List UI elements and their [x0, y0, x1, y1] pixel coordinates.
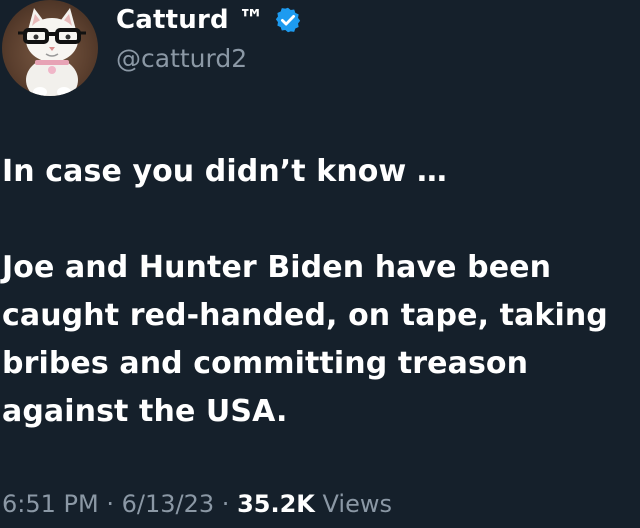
- author-handle[interactable]: @catturd2: [116, 44, 247, 73]
- views-label: Views: [322, 490, 392, 518]
- tweet-line: caught red-handed, on tape, taking: [2, 298, 608, 333]
- meta-separator: ·: [221, 490, 230, 518]
- avatar[interactable]: [2, 0, 98, 96]
- author-name-row: Catturd ™: [116, 2, 302, 38]
- tweet-line: bribes and committing treason: [2, 346, 529, 381]
- tweet-line: Joe and Hunter Biden have been: [2, 250, 552, 285]
- verified-badge-icon: [274, 6, 302, 34]
- tweet-line: In case you didn’t know …: [2, 154, 447, 189]
- tweet-date[interactable]: 6/13/23: [122, 490, 215, 518]
- tweet-line: [2, 196, 638, 244]
- display-name[interactable]: Catturd ™: [116, 5, 264, 35]
- tweet-text: In case you didn’t know … Joe and Hunter…: [2, 148, 638, 436]
- tweet-line: against the USA.: [2, 394, 288, 429]
- views-count[interactable]: 35.2K: [237, 490, 315, 518]
- tweet-time[interactable]: 6:51 PM: [2, 490, 99, 518]
- tweet-meta: 6:51 PM · 6/13/23 · 35.2K Views: [2, 490, 392, 518]
- meta-separator: ·: [106, 490, 114, 518]
- cat-with-glasses-avatar: [18, 8, 86, 96]
